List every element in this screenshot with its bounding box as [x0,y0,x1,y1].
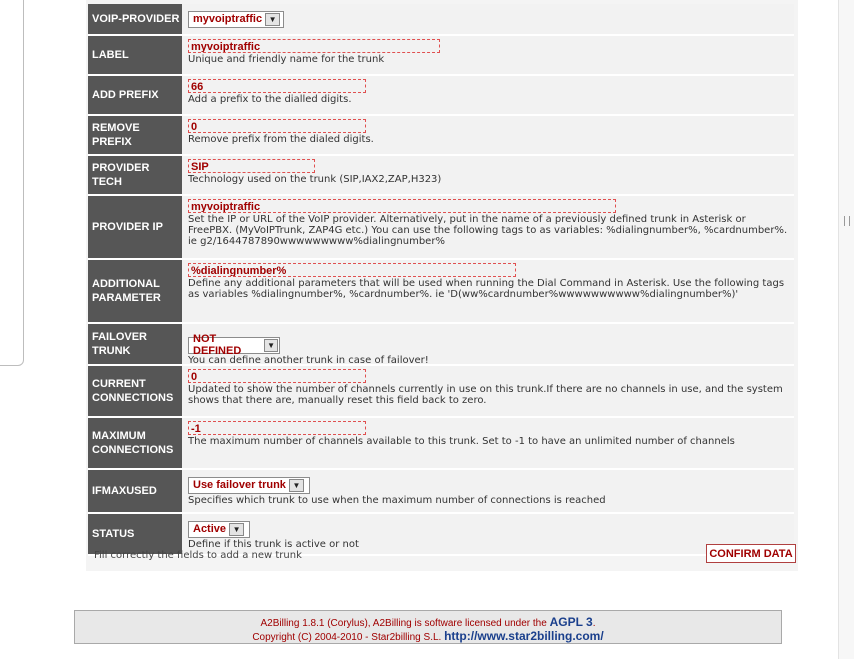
chevron-down-icon: ▼ [264,338,278,352]
left-panel [0,0,24,366]
copyright-text: Copyright (C) 2004-2010 - Star2billing S… [252,632,442,643]
field-description: Define if this trunk is active or not [188,538,359,550]
license-end: . [592,618,596,629]
ifmaxused-select[interactable]: Use failover trunk ▼ [188,476,310,494]
row-provider-tech: PROVIDER TECH SIP Technology used on the… [88,156,794,196]
field-label: FAILOVER TRUNK [88,324,182,364]
row-label: LABEL myvoiptraffic Unique and friendly … [88,36,794,76]
field-label: ADD PREFIX [88,76,182,114]
row-current-connections: CURRENT CONNECTIONS 0 Updated to show th… [88,366,794,418]
chevron-down-icon: ▼ [288,478,304,492]
field-description: You can define another trunk in case of … [188,354,429,366]
field-description: Add a prefix to the dialled digits. [188,94,352,105]
field-description: Define any additional parameters that wi… [188,278,785,300]
field-label: LABEL [88,36,182,74]
row-provider-ip: PROVIDER IP myvoiptraffic Set the IP or … [88,196,794,260]
voip-provider-select[interactable]: myvoiptraffic ▼ [188,10,284,28]
additional-parameter-input[interactable]: %dialingnumber% [188,263,516,277]
row-failover-trunk: FAILOVER TRUNK NOT DEFINED ▼ You can def… [88,324,794,366]
confirm-data-button[interactable]: CONFIRM DATA [706,544,796,563]
form-hint: Fill correctly the fields to add a new t… [94,550,302,561]
scroll-grip-icon [844,216,850,226]
field-description: Set the IP or URL of the VoIP provider. … [188,214,788,247]
chevron-down-icon: ▼ [229,522,245,536]
select-value: Active [193,523,227,535]
field-description: Updated to show the number of channels c… [188,384,783,406]
label-input[interactable]: myvoiptraffic [188,39,440,53]
status-select[interactable]: Active ▼ [188,520,250,538]
add-prefix-input[interactable]: 66 [188,79,366,93]
select-value: myvoiptraffic [193,13,263,25]
row-ifmaxused: IFMAXUSED Use failover trunk ▼ Specifies… [88,470,794,514]
trunk-form: VOIP-PROVIDER myvoiptraffic ▼ LABEL myvo… [88,4,794,556]
license-text: A2Billing 1.8.1 (Corylus), A2Billing is … [260,618,547,629]
maximum-connections-input[interactable]: -1 [188,421,366,435]
field-description: Unique and friendly name for the trunk [188,54,385,65]
field-label: PROVIDER TECH [88,156,182,194]
field-label: VOIP-PROVIDER [88,4,182,34]
star2billing-link[interactable]: http://www.star2billing.com/ [444,629,604,643]
select-value: Use failover trunk [193,479,286,491]
scrollbar[interactable] [838,0,854,659]
row-add-prefix: ADD PREFIX 66 Add a prefix to the dialle… [88,76,794,116]
failover-trunk-select[interactable]: NOT DEFINED ▼ [188,333,280,357]
field-label: ADDITIONAL PARAMETER [88,260,182,322]
field-label: PROVIDER IP [88,196,182,258]
row-maximum-connections: MAXIMUM CONNECTIONS -1 The maximum numbe… [88,418,794,470]
field-description: Technology used on the trunk (SIP,IAX2,Z… [188,174,442,185]
provider-ip-input[interactable]: myvoiptraffic [188,199,616,213]
select-value: NOT DEFINED [193,333,242,357]
field-description: Specifies which trunk to use when the ma… [188,494,606,506]
field-label: STATUS [88,514,182,554]
field-description: Remove prefix from the dialed digits. [188,134,374,145]
agpl-link[interactable]: AGPL 3 [550,615,593,629]
field-label: REMOVE PREFIX [88,116,182,154]
chevron-down-icon: ▼ [265,12,281,26]
field-label: IFMAXUSED [88,470,182,512]
field-description: The maximum number of channels available… [188,436,735,447]
site-footer: A2Billing 1.8.1 (Corylus), A2Billing is … [74,610,782,644]
current-connections-input[interactable]: 0 [188,369,366,383]
remove-prefix-input[interactable]: 0 [188,119,366,133]
field-label: MAXIMUM CONNECTIONS [88,418,182,468]
row-remove-prefix: REMOVE PREFIX 0 Remove prefix from the d… [88,116,794,156]
provider-tech-input[interactable]: SIP [188,159,315,173]
row-additional-parameter: ADDITIONAL PARAMETER %dialingnumber% Def… [88,260,794,324]
field-label: CURRENT CONNECTIONS [88,366,182,416]
row-voip-provider: VOIP-PROVIDER myvoiptraffic ▼ [88,4,794,36]
